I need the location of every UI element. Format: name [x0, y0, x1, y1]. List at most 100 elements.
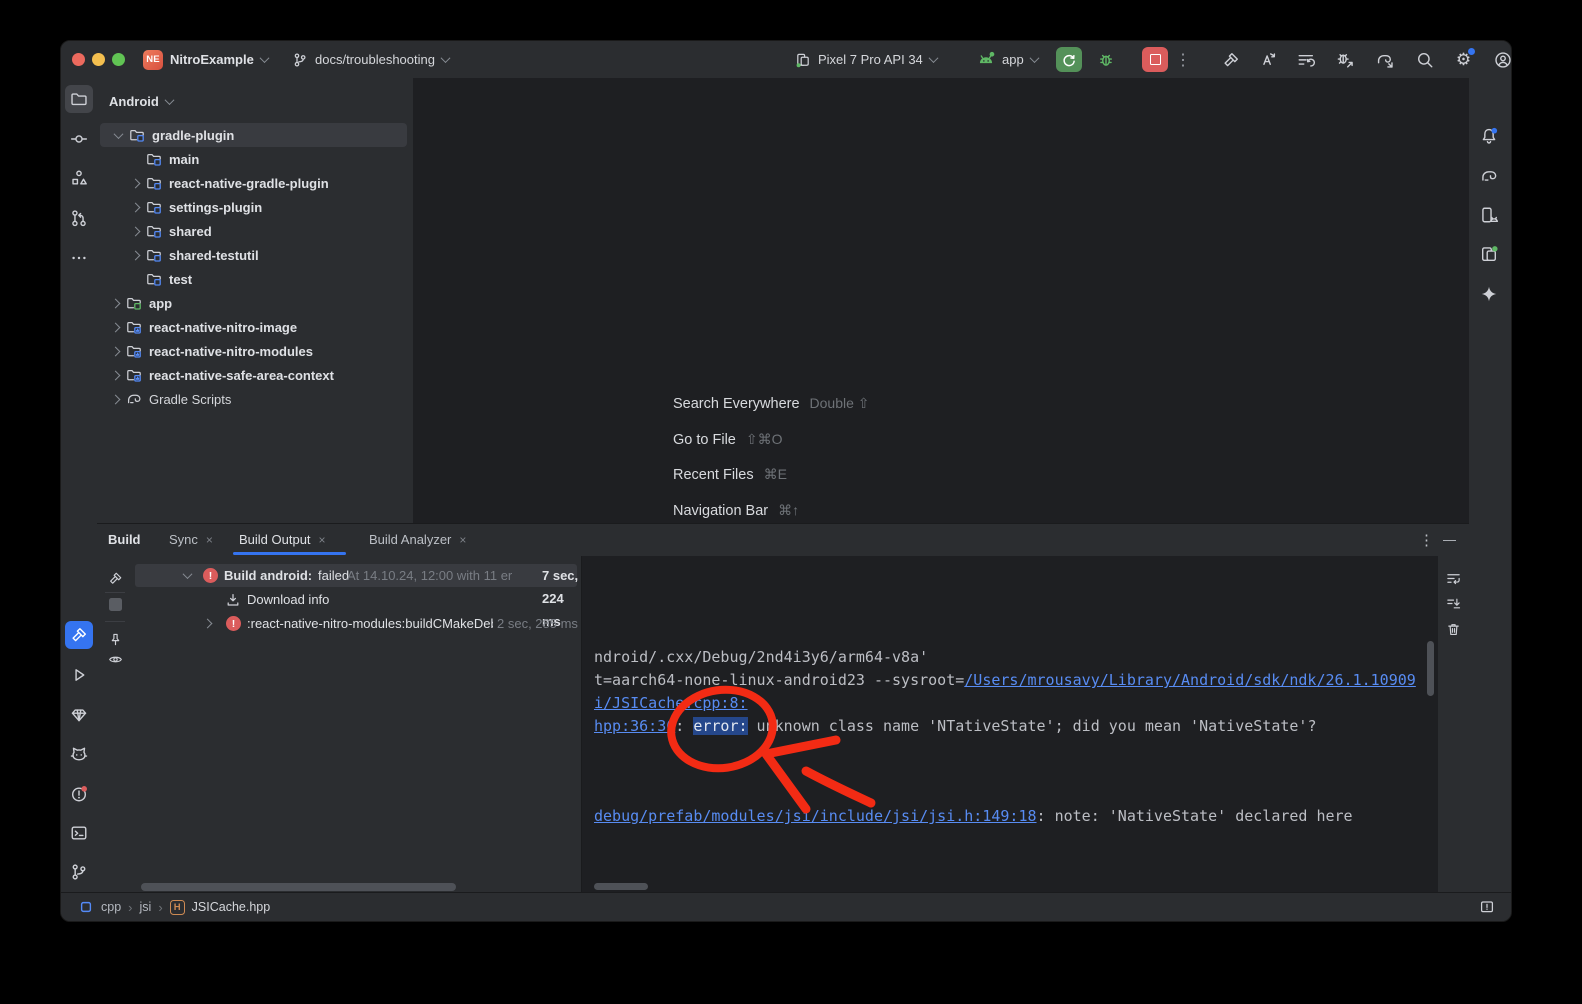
clear-all-button[interactable] [1440, 616, 1466, 642]
build-task-row[interactable]: ! :react-native-nitro-modules:buildCMake… [133, 612, 581, 635]
bell-icon [1480, 127, 1498, 145]
apply-changes-button[interactable] [1254, 46, 1281, 73]
tree-item-gradle-plugin[interactable]: gradle-plugin [100, 123, 407, 147]
vertical-scrollbar[interactable] [1427, 641, 1434, 696]
project-view-selector[interactable]: Android [109, 88, 173, 114]
close-icon[interactable]: × [319, 533, 326, 547]
file-link[interactable]: hpp:36:36 [594, 717, 675, 735]
close-icon[interactable]: × [206, 533, 213, 547]
list-restart-button[interactable] [1292, 46, 1319, 73]
tool-app-insights-button[interactable] [65, 701, 93, 729]
rerun-button[interactable] [1056, 47, 1082, 72]
tree-item-main[interactable]: main [97, 147, 413, 171]
tool-project-button[interactable] [65, 85, 93, 113]
tree-item-test[interactable]: test [97, 267, 413, 291]
soft-wrap-button[interactable] [1440, 565, 1466, 591]
tool-ai-assistant-button[interactable] [1475, 280, 1503, 308]
minimize-window-button[interactable] [92, 53, 105, 66]
settings-button[interactable]: ⚙ [1450, 46, 1477, 73]
tool-run-button[interactable] [65, 661, 93, 689]
tree-item-react-native-safe-area-context[interactable]: react-native-safe-area-context [97, 363, 413, 387]
debug-button[interactable] [1093, 47, 1119, 72]
panel-options-button[interactable]: ⋮ [1419, 524, 1434, 555]
structure-icon [70, 169, 88, 187]
titlebar: NE NitroExample docs/troubleshooting Pix… [61, 41, 1511, 79]
scroll-to-end-icon [1446, 596, 1461, 611]
tree-item-app[interactable]: app [97, 291, 413, 315]
gradle-sync-button[interactable] [1371, 46, 1398, 73]
breadcrumb-file[interactable]: JSICache.hpp [192, 900, 271, 914]
search-icon [1416, 51, 1434, 69]
scroll-to-end-button[interactable] [1440, 590, 1466, 616]
project-widget[interactable]: NE NitroExample [143, 41, 268, 78]
device-selector[interactable]: Pixel 7 Pro API 34 [795, 41, 937, 78]
tool-more-button[interactable] [65, 244, 93, 272]
stop-icon [1150, 54, 1161, 65]
panel-hide-button[interactable]: — [1443, 524, 1456, 555]
tree-item-react-native-nitro-modules[interactable]: react-native-nitro-modules [97, 339, 413, 363]
tool-pull-requests-button[interactable] [65, 204, 93, 232]
view-options-button[interactable] [102, 646, 128, 672]
stop-button[interactable] [1142, 47, 1168, 72]
event-log-icon[interactable] [1479, 899, 1495, 915]
tool-version-control-button[interactable] [65, 858, 93, 886]
tree-item-shared-testutil[interactable]: shared-testutil [97, 243, 413, 267]
branch-name: docs/troubleshooting [315, 52, 435, 67]
tree-item-shared[interactable]: shared [97, 219, 413, 243]
close-window-button[interactable] [72, 53, 85, 66]
horizontal-scrollbar[interactable] [594, 883, 648, 890]
tool-device-manager-button[interactable] [1475, 201, 1503, 229]
module-folder-icon [146, 223, 162, 239]
build-download-row[interactable]: Download info [133, 588, 581, 611]
tool-running-devices-button[interactable] [1475, 240, 1503, 268]
tool-terminal-button[interactable] [65, 819, 93, 847]
tab-sync[interactable]: Sync × [169, 524, 213, 555]
device-manager-icon [1480, 206, 1498, 224]
tree-item-react-native-gradle-plugin[interactable]: react-native-gradle-plugin [97, 171, 413, 195]
tool-gradle-button[interactable] [1475, 162, 1503, 190]
hammer-icon [1222, 51, 1240, 69]
tree-item-react-native-nitro-image[interactable]: react-native-nitro-image [97, 315, 413, 339]
file-link[interactable]: /Users/mrousavy/Library/Android/sdk/ndk/… [964, 671, 1416, 689]
tool-structure-button[interactable] [65, 164, 93, 192]
tool-build-button[interactable] [65, 621, 93, 649]
left-tool-strip [61, 78, 98, 892]
shortcut-search-everywhere: Search Everywhere Double ⇧ [673, 392, 870, 415]
horizontal-scrollbar[interactable] [141, 883, 456, 891]
project-view-label: Android [109, 94, 159, 109]
active-tab-underline [233, 552, 346, 555]
project-panel: Android gradle-plugin main react-native-… [97, 78, 414, 523]
breadcrumb-cpp[interactable]: cpp [101, 900, 121, 914]
tree-item-gradle-scripts[interactable]: Gradle Scripts [97, 387, 413, 411]
editor-area: Search Everywhere Double ⇧ Go to File ⇧⌘… [413, 78, 1469, 523]
close-icon[interactable]: × [459, 533, 466, 547]
tool-notifications-button[interactable] [1475, 122, 1503, 150]
tree-item-settings-plugin[interactable]: settings-plugin [97, 195, 413, 219]
tab-build-output[interactable]: Build Output × [239, 524, 326, 555]
hammer-icon [108, 571, 123, 586]
app-module-folder-icon [126, 295, 142, 311]
error-badge: ! [203, 568, 218, 583]
account-button[interactable] [1489, 46, 1512, 73]
right-tool-strip [1466, 78, 1511, 892]
vcs-branch-widget[interactable]: docs/troubleshooting [292, 41, 449, 78]
kebab-icon: ⋮ [1175, 50, 1191, 70]
build-project-button[interactable] [1217, 46, 1244, 73]
build-stop-button[interactable] [102, 591, 128, 617]
breadcrumb-jsi[interactable]: jsi [140, 900, 152, 914]
tab-build-analyzer[interactable]: Build Analyzer × [369, 524, 466, 555]
more-actions-button[interactable]: ⋮ [1175, 41, 1191, 78]
build-root-label: Build android: [224, 564, 312, 587]
gradle-sync-icon [1376, 51, 1394, 69]
zoom-window-button[interactable] [112, 53, 125, 66]
tool-problems-button[interactable] [65, 780, 93, 808]
file-link[interactable]: debug/prefab/modules/jsi/include/jsi/jsi… [594, 807, 1037, 825]
attach-debugger-button[interactable] [1331, 46, 1358, 73]
run-configuration-selector[interactable]: app [977, 41, 1038, 78]
build-root-row[interactable]: ! Build android: failed At 14.10.24, 12:… [133, 564, 581, 587]
search-everywhere-button[interactable] [1411, 46, 1438, 73]
build-restart-button[interactable] [102, 565, 128, 591]
tool-commit-button[interactable] [65, 125, 93, 153]
file-link[interactable]: i/JSICache.cpp:8: [594, 694, 748, 712]
tool-logcat-button[interactable] [65, 740, 93, 768]
